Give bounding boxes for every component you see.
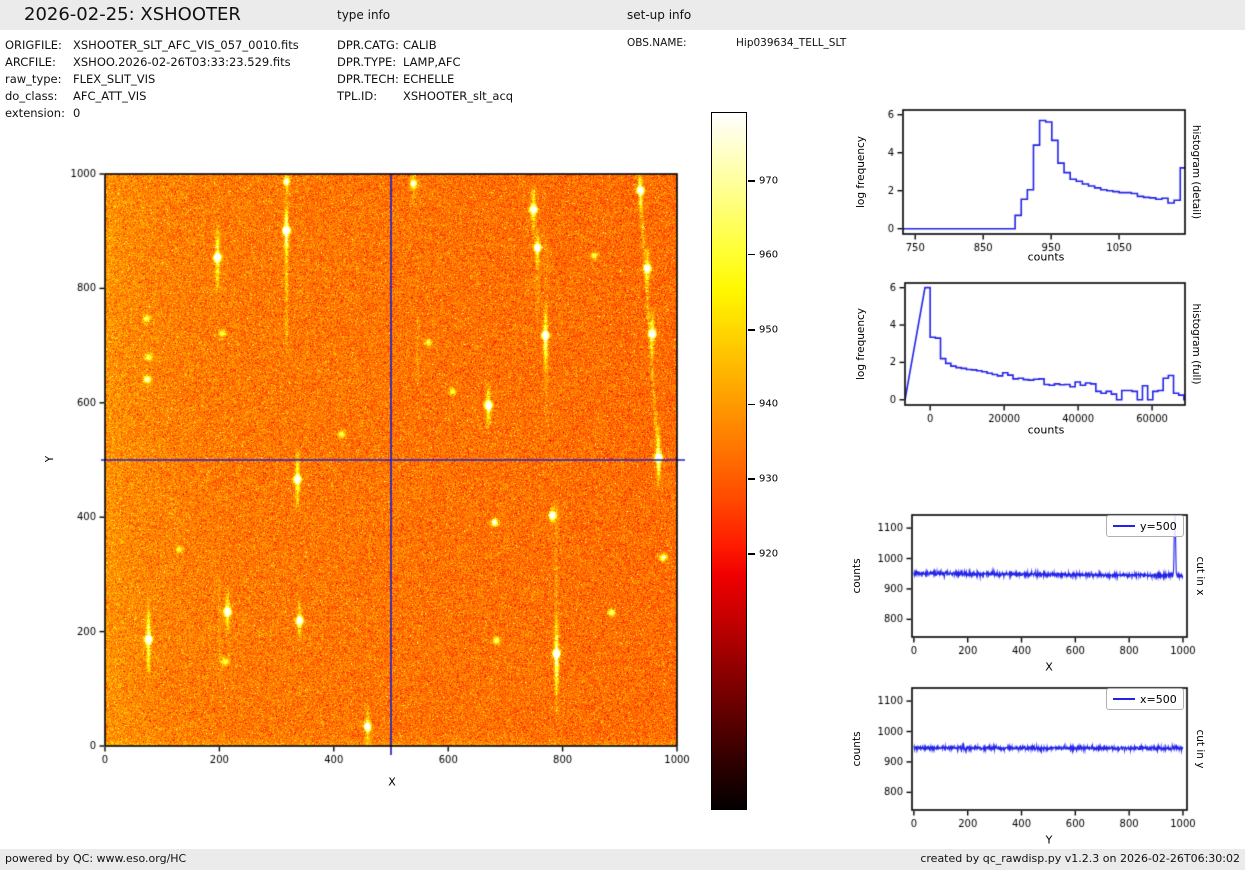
info-value: CALIB	[403, 38, 437, 52]
info-label: ORIGFILE:	[5, 37, 73, 54]
info-row: DPR.TECH:ECHELLE	[337, 71, 513, 88]
info-value: Hip039634_TELL_SLT	[736, 37, 846, 49]
info-label: DPR.TYPE:	[337, 54, 403, 71]
info-row: DPR.CATG:CALIB	[337, 37, 513, 54]
colorbar-tick-label: 940	[759, 399, 778, 410]
main-xaxis-label: X	[388, 776, 396, 789]
info-row: do_class:AFC_ATT_VIS	[5, 88, 299, 105]
legend-line-sample	[1113, 525, 1135, 528]
cut-x-legend: y=500	[1106, 515, 1184, 537]
setup-info-heading: set-up info	[627, 8, 691, 22]
legend-line-sample	[1113, 698, 1135, 701]
info-row: extension:0	[5, 105, 299, 122]
info-label: DPR.CATG:	[337, 37, 403, 54]
footer-bar: powered by QC: www.eso.org/HC created by…	[0, 849, 1245, 870]
footer-right-text: created by qc_rawdisp.py v1.2.3 on 2026-…	[920, 852, 1240, 865]
info-value: 0	[73, 106, 80, 120]
info-label: do_class:	[5, 88, 73, 105]
colorbar-tickmark	[748, 478, 755, 480]
colorbar-tickmark	[748, 553, 755, 555]
type-info-block: DPR.CATG:CALIB DPR.TYPE:LAMP,AFC DPR.TEC…	[337, 37, 513, 105]
colorbar-tickmark	[748, 404, 755, 406]
cut-y-ylabel: counts	[851, 731, 863, 766]
cut-x-ylabel: counts	[851, 558, 863, 593]
cut-y-side-label: cut in y	[1194, 729, 1206, 768]
colorbar-tickmark	[748, 329, 755, 331]
hist-full-ylabel: log frequency	[855, 308, 867, 380]
info-label: DPR.TECH:	[337, 71, 403, 88]
hist-detail-ylabel: log frequency	[855, 136, 867, 208]
hist-detail-xlabel: counts	[1028, 251, 1065, 264]
info-row: OBS.NAME:Hip039634_TELL_SLT	[627, 35, 846, 52]
colorbar	[711, 112, 747, 810]
info-label: OBS.NAME:	[627, 35, 736, 52]
info-row: ORIGFILE:XSHOOTER_SLT_AFC_VIS_057_0010.f…	[5, 37, 299, 54]
main-yaxis-label: Y	[44, 456, 56, 462]
colorbar-tick-label: 930	[759, 473, 778, 484]
info-value: XSHOOTER_slt_acq	[403, 89, 513, 103]
cut-y-legend: x=500	[1106, 688, 1184, 710]
info-row: TPL.ID:XSHOOTER_slt_acq	[337, 88, 513, 105]
file-info-block: ORIGFILE:XSHOOTER_SLT_AFC_VIS_057_0010.f…	[5, 37, 299, 122]
header-bar: 2026-02-25: XSHOOTER type info set-up in…	[0, 0, 1245, 30]
colorbar-tickmark	[748, 254, 755, 256]
info-label: raw_type:	[5, 71, 73, 88]
info-row: DPR.TYPE:LAMP,AFC	[337, 54, 513, 71]
colorbar-tick-label: 960	[759, 249, 778, 260]
info-value: LAMP,AFC	[403, 55, 461, 69]
colorbar-tick-label: 970	[759, 175, 778, 186]
info-row: ARCFILE:XSHOO.2026-02-26T03:33:23.529.fi…	[5, 54, 299, 71]
hist-detail-side-label: histogram (detail)	[1190, 125, 1202, 219]
info-value: ECHELLE	[403, 72, 454, 86]
colorbar-tick-label: 920	[759, 548, 778, 559]
legend-label: x=500	[1140, 693, 1177, 706]
info-value: XSHOOTER_SLT_AFC_VIS_057_0010.fits	[73, 38, 299, 52]
setup-info-block: OBS.NAME:Hip039634_TELL_SLT	[627, 35, 846, 52]
info-value: XSHOO.2026-02-26T03:33:23.529.fits	[73, 55, 291, 69]
info-label: extension:	[5, 105, 73, 122]
type-info-heading: type info	[337, 8, 390, 22]
footer-left-text: powered by QC: www.eso.org/HC	[5, 852, 186, 865]
cut-x-xlabel: X	[1045, 661, 1053, 674]
info-label: TPL.ID:	[337, 88, 403, 105]
hist-full-xlabel: counts	[1028, 424, 1065, 437]
page-title: 2026-02-25: XSHOOTER	[24, 4, 241, 25]
info-label: ARCFILE:	[5, 54, 73, 71]
info-value: AFC_ATT_VIS	[73, 89, 146, 103]
info-row: raw_type:FLEX_SLIT_VIS	[5, 71, 299, 88]
colorbar-tickmark	[748, 180, 755, 182]
histogram-detail-canvas	[875, 100, 1197, 270]
detector-image-canvas	[40, 150, 700, 795]
info-value: FLEX_SLIT_VIS	[73, 72, 155, 86]
colorbar-tick-label: 950	[759, 324, 778, 335]
cut-x-side-label: cut in x	[1194, 556, 1206, 595]
histogram-full-canvas	[875, 273, 1197, 443]
cut-y-xlabel: Y	[1046, 834, 1053, 847]
hist-full-side-label: histogram (full)	[1190, 304, 1202, 385]
legend-label: y=500	[1140, 520, 1177, 533]
qc-report-page: 2026-02-25: XSHOOTER type info set-up in…	[0, 0, 1245, 870]
